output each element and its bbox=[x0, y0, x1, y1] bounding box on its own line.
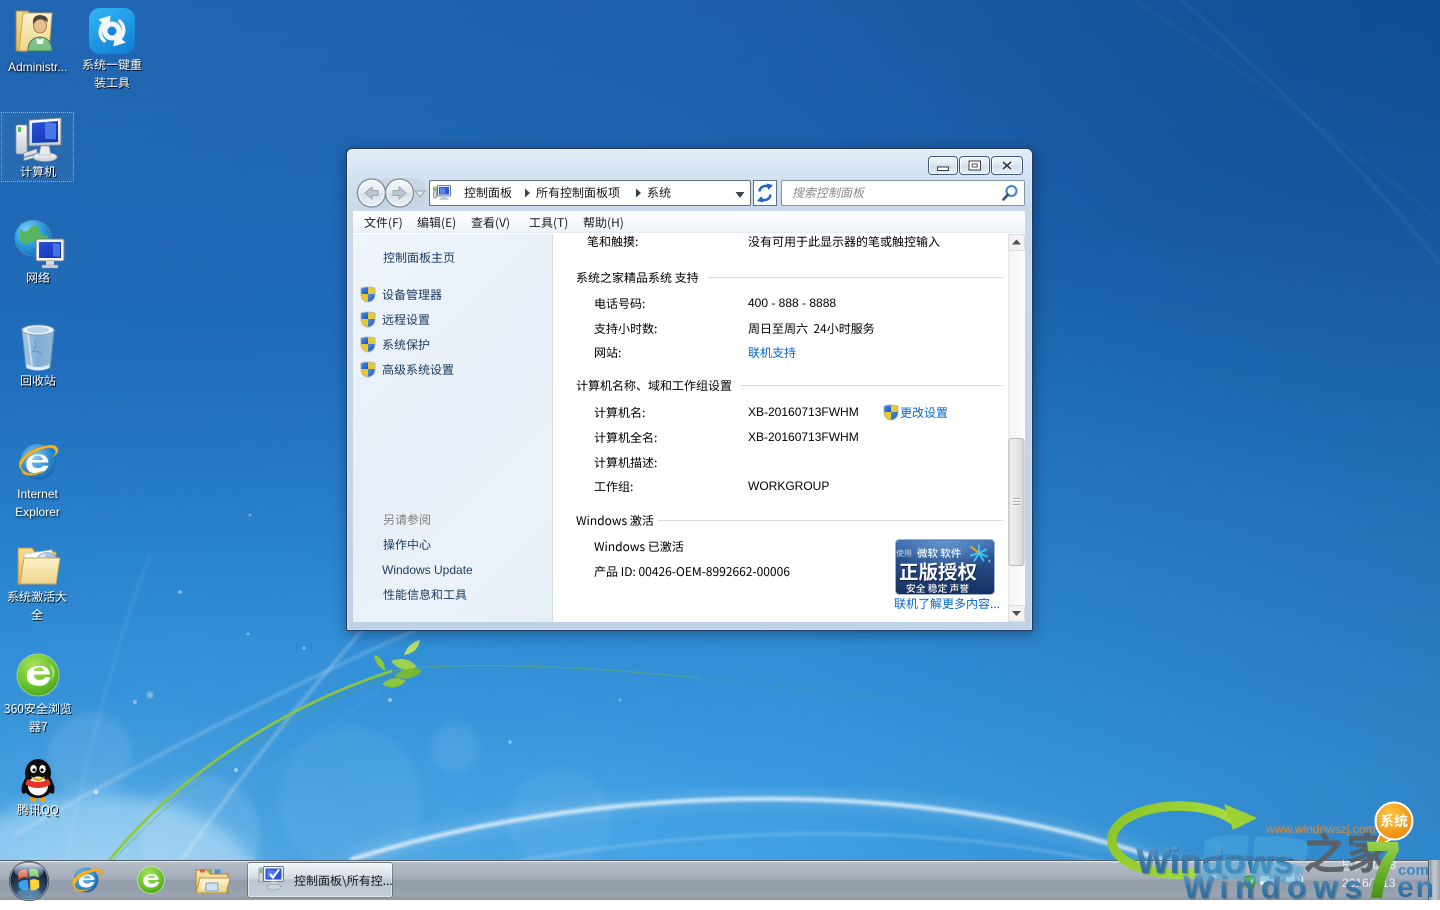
svg-text:com: com bbox=[1398, 862, 1429, 879]
